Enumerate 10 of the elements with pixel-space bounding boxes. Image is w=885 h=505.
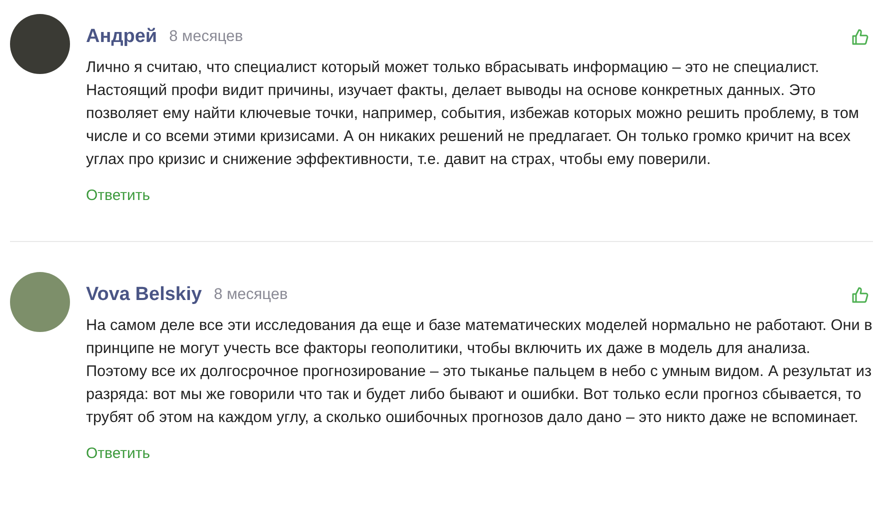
comment-text: Лично я считаю, что специалист который может только вбрасывать информацию – это не специалист. Настоящий профи видит причины, изучает факты, делает выводы на основе конкретных данных. Это позволяет ему найти ключевые точки, например, события, избежав которых можно решить проблему, в том числе и со всеми этими кризисами. А он никаких решений не предлагает. Он только громко кричит на всех углах про кризис и снижение эффективности, т.е. давит на страх, чтобы ему поверили.	[86, 58, 860, 170]
author-name[interactable]: Vova Belskiy	[86, 284, 202, 306]
comment-time: 8 месяцев	[214, 286, 288, 304]
thumbs-up-icon[interactable]	[851, 28, 869, 46]
reply-link[interactable]: Ответить	[86, 187, 150, 204]
author-name[interactable]: Андрей	[86, 26, 158, 48]
thumbs-up-icon[interactable]	[851, 286, 869, 304]
reply-link[interactable]: Ответить	[86, 445, 150, 462]
comment-time: 8 месяцев	[169, 28, 244, 46]
comment-text: На самом деле все эти исследования да еще и базе математических моделей нормально не работают. Они в принципе не могут учесть все факторы геополитики, чтобы включить их даже в модель для анализа. Поэтому все их долгосрочное прогнозирование – это тыканье пальцем в небо с умным видом. А результат из разряда: вот мы же говорили что так и будет либо бывают и ошибки. Вот только если прогноз сбывается, то трубят об этом на каждом углу, а сколько ошибочных прогнозов дало дано – это никто даже не вспоминает.	[86, 316, 873, 428]
